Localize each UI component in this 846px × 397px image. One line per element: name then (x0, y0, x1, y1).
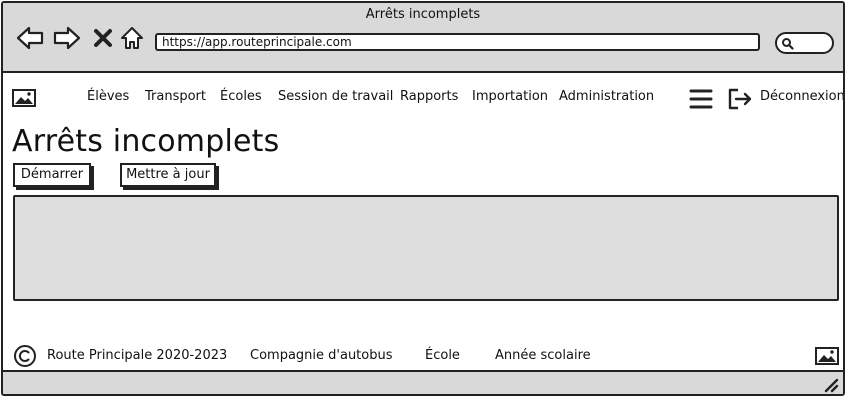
browser-search-field[interactable] (775, 32, 834, 54)
forward-arrow-icon[interactable] (52, 24, 82, 52)
search-icon (782, 38, 794, 50)
logout-label: Déconnexion (760, 89, 845, 104)
nav-item-rapports[interactable]: Rapports (400, 89, 458, 104)
start-button[interactable]: Démarrer (13, 163, 91, 187)
nav-item-session-de-travail[interactable]: Session de travail (278, 89, 393, 104)
window-title: Arrêts incomplets (365, 7, 481, 22)
footer-image-icon (815, 347, 839, 365)
update-button[interactable]: Mettre à jour (120, 163, 216, 187)
nav-item-transport[interactable]: Transport (145, 89, 206, 104)
logout-icon (728, 88, 752, 110)
page-title: Arrêts incomplets (12, 124, 280, 159)
status-bar (3, 370, 843, 394)
footer-link-school[interactable]: École (425, 348, 460, 363)
browser-window: Arrêts incomplets https://app.routeprinc… (1, 1, 845, 396)
back-arrow-icon[interactable] (15, 24, 45, 52)
footer-link-school-year[interactable]: Année scolaire (495, 348, 591, 363)
nav-item-administration[interactable]: Administration (559, 89, 654, 104)
content-placeholder (13, 195, 839, 301)
logout-button[interactable]: Déconnexion (727, 87, 843, 111)
resize-grip-icon[interactable] (823, 377, 839, 393)
nav-item-importation[interactable]: Importation (472, 89, 548, 104)
footer-link-bus-company[interactable]: Compagnie d'autobus (250, 348, 393, 363)
logo-image-icon[interactable] (12, 89, 36, 107)
close-x-icon[interactable] (91, 24, 115, 52)
copyright-icon (13, 344, 37, 368)
hamburger-menu-icon[interactable] (689, 88, 713, 110)
home-icon[interactable] (119, 24, 145, 52)
footer-copyright-text: Route Principale 2020-2023 (47, 348, 228, 363)
nav-item-ecoles[interactable]: Écoles (220, 89, 262, 104)
browser-chrome: Arrêts incomplets https://app.routeprinc… (3, 3, 843, 73)
nav-item-eleves[interactable]: Élèves (87, 89, 129, 104)
url-input[interactable]: https://app.routeprincipale.com (155, 33, 760, 51)
